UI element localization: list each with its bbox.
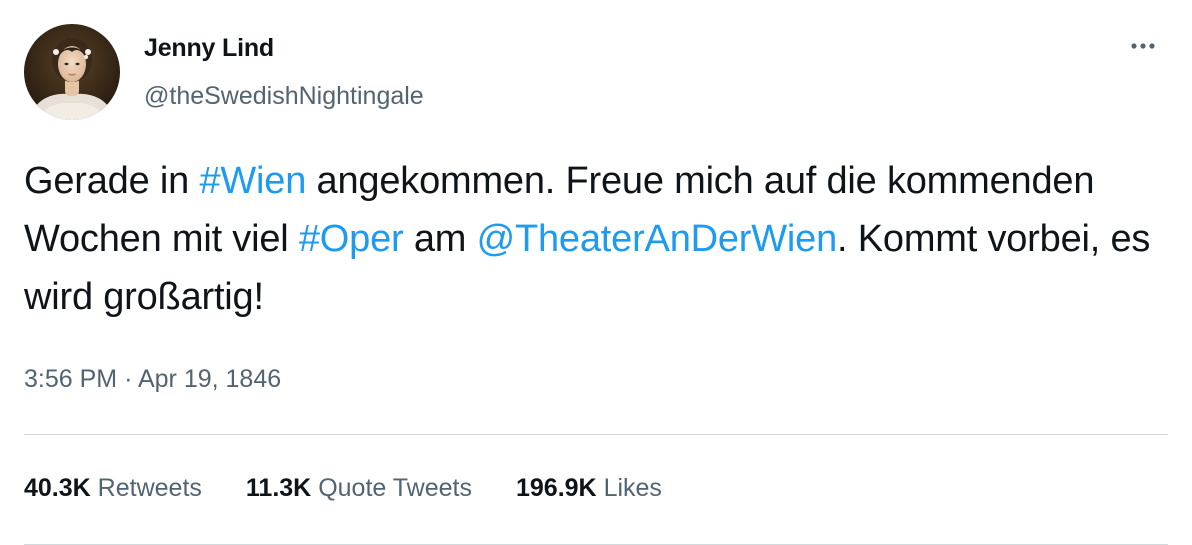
tweet-stats: 40.3K Retweets 11.3K Quote Tweets 196.9K… <box>24 474 706 503</box>
quote-tweets-stat[interactable]: 11.3K Quote Tweets <box>246 474 472 503</box>
retweets-count: 40.3K <box>24 474 91 502</box>
author-handle[interactable]: @theSwedishNightingale <box>144 82 424 111</box>
quote-tweets-count: 11.3K <box>245 474 312 502</box>
tweet-time[interactable]: 3:56 PM <box>24 365 117 393</box>
likes-label: Likes <box>603 474 662 502</box>
quote-tweets-label: Quote Tweets <box>318 474 472 502</box>
tweet-text: Gerade in #Wien angekommen. Freue mich a… <box>24 152 1164 326</box>
divider <box>24 434 1168 435</box>
timestamp-separator: · <box>124 365 133 393</box>
retweets-label: Retweets <box>97 474 202 502</box>
avatar[interactable] <box>24 24 120 120</box>
likes-stat[interactable]: 196.9K Likes <box>516 474 662 503</box>
tweet-text-segment: Gerade in <box>24 160 200 202</box>
likes-count: 196.9K <box>515 474 597 502</box>
tweet-date[interactable]: Apr 19, 1846 <box>138 365 281 393</box>
tweet-card: Jenny Lind @theSwedishNightingale Gerade… <box>0 0 1192 545</box>
more-options-icon[interactable] <box>1126 32 1160 60</box>
hashtag-link[interactable]: #Wien <box>199 160 306 202</box>
hashtag-link[interactable]: #Oper <box>299 218 404 260</box>
retweets-stat[interactable]: 40.3K Retweets <box>24 474 202 503</box>
tweet-timestamp: 3:56 PM · Apr 19, 1846 <box>24 365 281 394</box>
avatar-portrait-icon <box>24 24 120 120</box>
mention-link[interactable]: @TheaterAnDerWien <box>477 218 838 260</box>
author-name[interactable]: Jenny Lind <box>144 34 274 63</box>
tweet-text-segment: am <box>403 218 477 260</box>
